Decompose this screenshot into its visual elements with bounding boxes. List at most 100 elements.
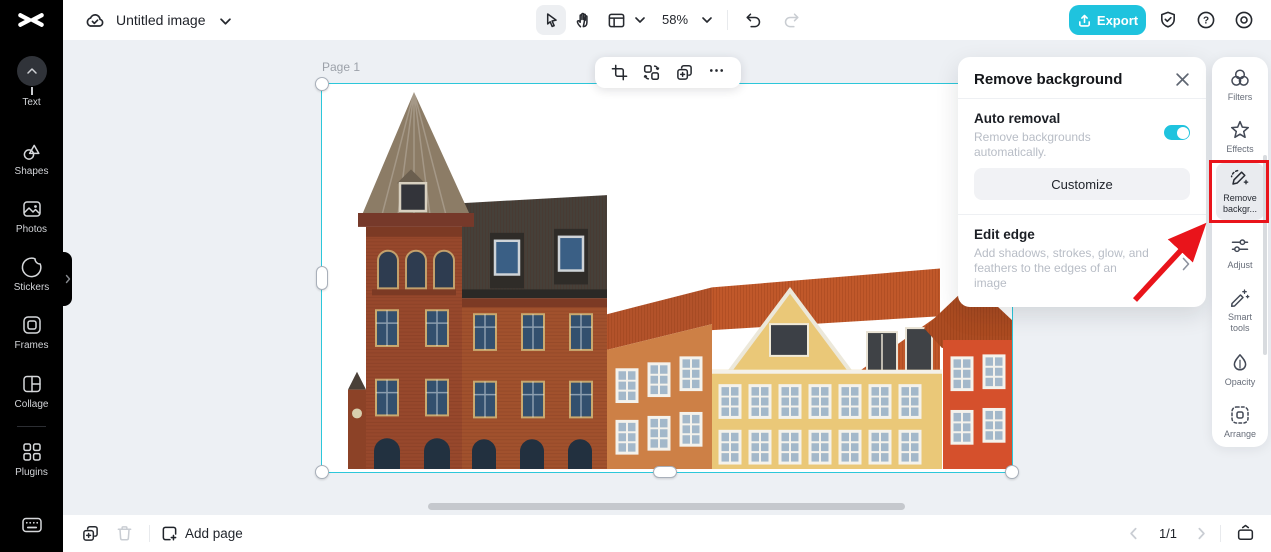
safety-button[interactable] [1157, 9, 1179, 31]
toggle-knob [1176, 126, 1189, 139]
undo-icon [745, 12, 760, 27]
canvas-size-dropdown[interactable] [634, 16, 646, 24]
zoom-dropdown[interactable] [701, 16, 713, 24]
more-button[interactable] [708, 62, 725, 84]
smart-tools-icon [1230, 289, 1250, 308]
customize-button[interactable]: Customize [974, 168, 1190, 200]
help-icon: ? [1197, 11, 1215, 29]
cursor-icon [546, 12, 557, 27]
canvas-size-button[interactable] [604, 8, 628, 32]
sidebar-item-frames[interactable]: Frames [0, 314, 63, 351]
keyboard-shortcuts-button[interactable] [0, 516, 63, 534]
duplicate-page-button[interactable] [80, 523, 100, 543]
canvas-image[interactable] [322, 84, 1012, 469]
top-bar: Untitled image 58% Export ? [63, 0, 1271, 40]
sidebar-item-label: Shapes [14, 166, 49, 177]
prev-page-button[interactable] [1126, 526, 1140, 540]
undo-button[interactable] [741, 8, 765, 32]
right-toolbar: Filters Effects Remove backgr... Adjust … [1212, 57, 1268, 447]
add-page-button[interactable]: Add page [161, 515, 243, 552]
rail-item-effects[interactable]: Effects [1212, 119, 1268, 155]
close-icon[interactable] [1175, 72, 1190, 87]
delete-page-button[interactable] [114, 523, 134, 543]
photos-icon [22, 201, 41, 217]
stickers-icon [21, 257, 42, 278]
chevron-down-icon [219, 17, 231, 25]
zoom-level[interactable]: 58% [655, 0, 695, 40]
sidebar-item-shapes[interactable]: Shapes [0, 140, 63, 177]
floating-toolbar [595, 57, 741, 88]
redo-icon [784, 12, 799, 27]
selection-handle-top-left[interactable] [315, 77, 329, 91]
rail-item-arrange[interactable]: Arrange [1212, 404, 1268, 440]
rail-item-smart-tools[interactable]: Smart tools [1212, 287, 1268, 333]
cloud-check-icon [86, 13, 104, 27]
selection-handle-bottom[interactable] [653, 466, 677, 478]
svg-text:?: ? [1203, 16, 1209, 27]
rail-item-adjust[interactable]: Adjust [1212, 235, 1268, 271]
sidebar-item-label: Text [22, 97, 41, 108]
sidebar-item-text[interactable]: Text [0, 56, 63, 108]
next-page-button[interactable] [1194, 526, 1208, 540]
replace-button[interactable] [643, 64, 660, 81]
opacity-icon [1233, 354, 1247, 371]
redo-button[interactable] [779, 8, 803, 32]
add-page-label: Add page [185, 526, 243, 541]
capcut-logo [18, 13, 44, 27]
annotation-arrow [1132, 222, 1207, 302]
sidebar-item-label: Frames [14, 340, 49, 351]
export-label: Export [1096, 12, 1139, 28]
crop-icon [611, 64, 627, 81]
page-label: Page 1 [322, 60, 361, 74]
filters-icon [1231, 69, 1249, 86]
left-sidebar: Text Shapes Photos Stickers Frames Colla… [0, 0, 63, 552]
present-button[interactable] [1235, 523, 1255, 543]
sidebar-item-label: Photos [15, 224, 48, 235]
export-button[interactable]: Export [1069, 5, 1146, 35]
layout-icon [608, 13, 624, 27]
rail-item-label: Opacity [1224, 377, 1256, 387]
sidebar-item-label: Stickers [13, 282, 50, 293]
chevron-left-icon [1129, 527, 1137, 539]
shapes-icon [23, 144, 40, 160]
help-button[interactable]: ? [1195, 9, 1217, 31]
rail-item-label: Arrange [1223, 429, 1257, 439]
settings-button[interactable] [1233, 9, 1255, 31]
chevron-down-icon [635, 17, 645, 23]
rail-item-label: Smart tools [1227, 312, 1252, 333]
bottombar-divider [149, 525, 150, 542]
sidebar-item-plugins[interactable]: Plugins [0, 441, 63, 478]
auto-removal-toggle[interactable] [1164, 125, 1190, 140]
trash-icon [117, 525, 131, 540]
select-tool-button[interactable] [536, 5, 566, 35]
image-frame[interactable] [321, 83, 1013, 473]
rail-item-opacity[interactable]: Opacity [1212, 352, 1268, 388]
selection-handle-left[interactable] [316, 266, 328, 290]
arrange-icon [1231, 406, 1249, 424]
drawer-collapse-tab[interactable] [63, 252, 72, 306]
rail-item-label: Adjust [1227, 260, 1253, 270]
upload-icon [1078, 14, 1090, 27]
title-menu-button[interactable] [218, 16, 232, 26]
toolbar-divider [727, 10, 728, 30]
selection-handle-bottom-left[interactable] [315, 465, 329, 479]
duplicate-button[interactable] [676, 64, 693, 81]
cloud-save-button[interactable] [83, 10, 107, 30]
sidebar-item-collage[interactable]: Collage [0, 373, 63, 410]
scroll-up-button[interactable] [16, 56, 47, 86]
duplicate-icon [676, 64, 692, 80]
sidebar-item-stickers[interactable]: Stickers [0, 256, 63, 293]
crop-button[interactable] [611, 64, 628, 81]
document-title[interactable]: Untitled image [116, 0, 206, 40]
sidebar-item-photos[interactable]: Photos [0, 198, 63, 235]
shield-check-icon [1161, 11, 1175, 28]
frames-icon [22, 316, 41, 334]
rail-item-filters[interactable]: Filters [1212, 67, 1268, 103]
selection-handle-bottom-right[interactable] [1005, 465, 1019, 479]
horizontal-scrollbar[interactable] [428, 503, 905, 510]
chevron-up-icon [26, 68, 37, 74]
effects-icon [1230, 120, 1250, 139]
hand-icon [576, 12, 588, 27]
bottombar-divider [1220, 525, 1221, 542]
hand-tool-button[interactable] [571, 8, 595, 32]
